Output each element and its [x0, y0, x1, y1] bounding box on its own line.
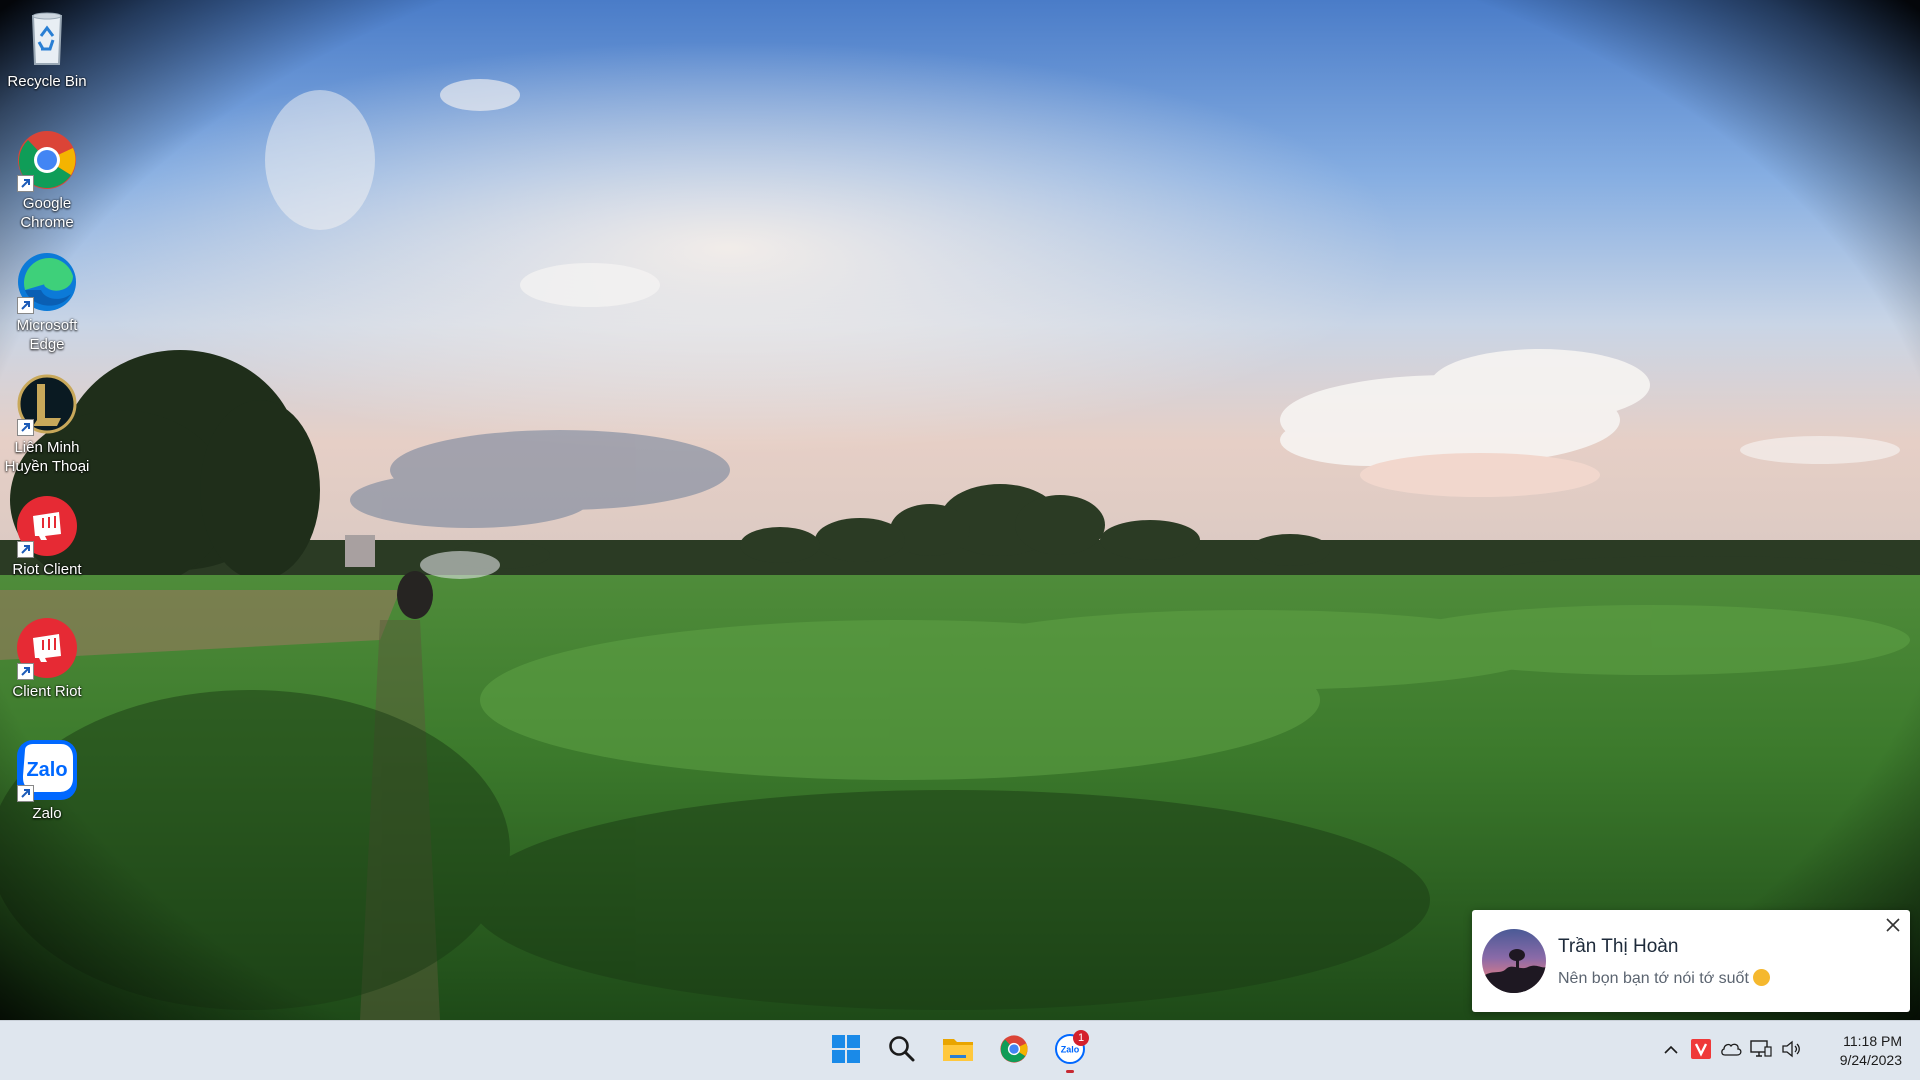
shortcut-arrow-icon [17, 419, 34, 436]
clock-time: 11:18 PM [1843, 1033, 1902, 1049]
edge-icon [15, 250, 79, 314]
desktop-icon-label: Riot Client [12, 561, 82, 578]
file-explorer-button[interactable] [934, 1027, 982, 1075]
network-tray-button[interactable] [1746, 1031, 1776, 1071]
close-icon[interactable] [1882, 914, 1904, 936]
desktop-wallpaper [0, 0, 1920, 1020]
avatar [1482, 929, 1546, 993]
network-icon [1750, 1039, 1772, 1064]
shortcut-arrow-icon [17, 297, 34, 314]
start-button[interactable] [822, 1027, 870, 1075]
chrome-icon [15, 128, 79, 192]
league-of-legends-icon [15, 372, 79, 436]
vivaldi-icon [1691, 1038, 1711, 1064]
shortcut-arrow-icon [17, 175, 34, 192]
search-button[interactable] [878, 1027, 926, 1075]
notification-message-text: Nên bọn bạn tớ nói tớ suốt [1558, 970, 1749, 987]
riot-client-icon [15, 616, 79, 680]
shortcut-arrow-icon [17, 541, 34, 558]
desktop-icon-microsoft-edge[interactable]: Microsoft Edge [2, 244, 92, 356]
clock-date: 9/24/2023 [1839, 1052, 1902, 1068]
chrome-taskbar-button[interactable] [990, 1027, 1038, 1075]
desktop-icon-league-of-legends[interactable]: Liên Minh Huyền Thoại [2, 366, 92, 478]
windows-start-icon [831, 1034, 861, 1069]
notification-sender: Trần Thị Hoàn [1558, 936, 1679, 957]
system-tray: 11:18 PM 9/24/2023 [1656, 1021, 1920, 1081]
volume-icon [1781, 1040, 1801, 1063]
message-notification[interactable]: Trần Thị Hoàn Nên bọn bạn tớ nói tớ suốt [1472, 910, 1910, 1012]
desktop-icon-zalo[interactable]: Zalo Zalo [2, 732, 92, 844]
onedrive-cloud-icon [1720, 1042, 1742, 1061]
onedrive-tray-button[interactable] [1716, 1031, 1746, 1071]
shortcut-arrow-icon [17, 663, 34, 680]
show-hidden-icons-button[interactable] [1656, 1031, 1686, 1071]
desktop-icon-label: Microsoft Edge [16, 317, 78, 353]
notification-count-badge: 1 [1073, 1030, 1089, 1046]
notification-message: Nên bọn bạn tớ nói tớ suốt [1558, 969, 1770, 988]
desktop-icon-label: Liên Minh Huyền Thoại [4, 439, 90, 475]
svg-text:Zalo: Zalo [26, 759, 67, 781]
desktop-icon-google-chrome[interactable]: Google Chrome [2, 122, 92, 234]
recycle-bin-icon [15, 6, 79, 70]
desktop-icon-label: Client Riot [12, 683, 82, 700]
laughing-emoji-icon [1752, 969, 1770, 986]
volume-tray-button[interactable] [1776, 1031, 1806, 1071]
desktop-icon-label: Recycle Bin [7, 73, 87, 90]
chrome-icon [999, 1034, 1029, 1069]
taskbar-pinned-apps: Zalo 1 [822, 1021, 1094, 1081]
chevron-up-icon [1664, 1042, 1678, 1060]
zalo-icon: Zalo [15, 738, 79, 802]
taskbar: Zalo 1 11:18 PM 9/24/2023 [0, 1020, 1920, 1080]
vivaldi-tray-button[interactable] [1686, 1031, 1716, 1071]
shortcut-arrow-icon [17, 785, 34, 802]
desktop-icon-label: Google Chrome [20, 195, 74, 231]
desktop-icon-label: Zalo [32, 805, 62, 822]
taskbar-clock[interactable]: 11:18 PM 9/24/2023 [1806, 1032, 1920, 1070]
desktop-icon-riot-client[interactable]: Riot Client [2, 488, 92, 600]
svg-text:Zalo: Zalo [1061, 1044, 1080, 1054]
riot-client-icon [15, 494, 79, 558]
search-icon [888, 1035, 916, 1068]
desktop-icon-client-riot[interactable]: Client Riot [2, 610, 92, 722]
zalo-taskbar-button[interactable]: Zalo 1 [1046, 1027, 1094, 1075]
desktop-icon-recycle-bin[interactable]: Recycle Bin [2, 0, 92, 112]
folder-icon [942, 1035, 974, 1068]
